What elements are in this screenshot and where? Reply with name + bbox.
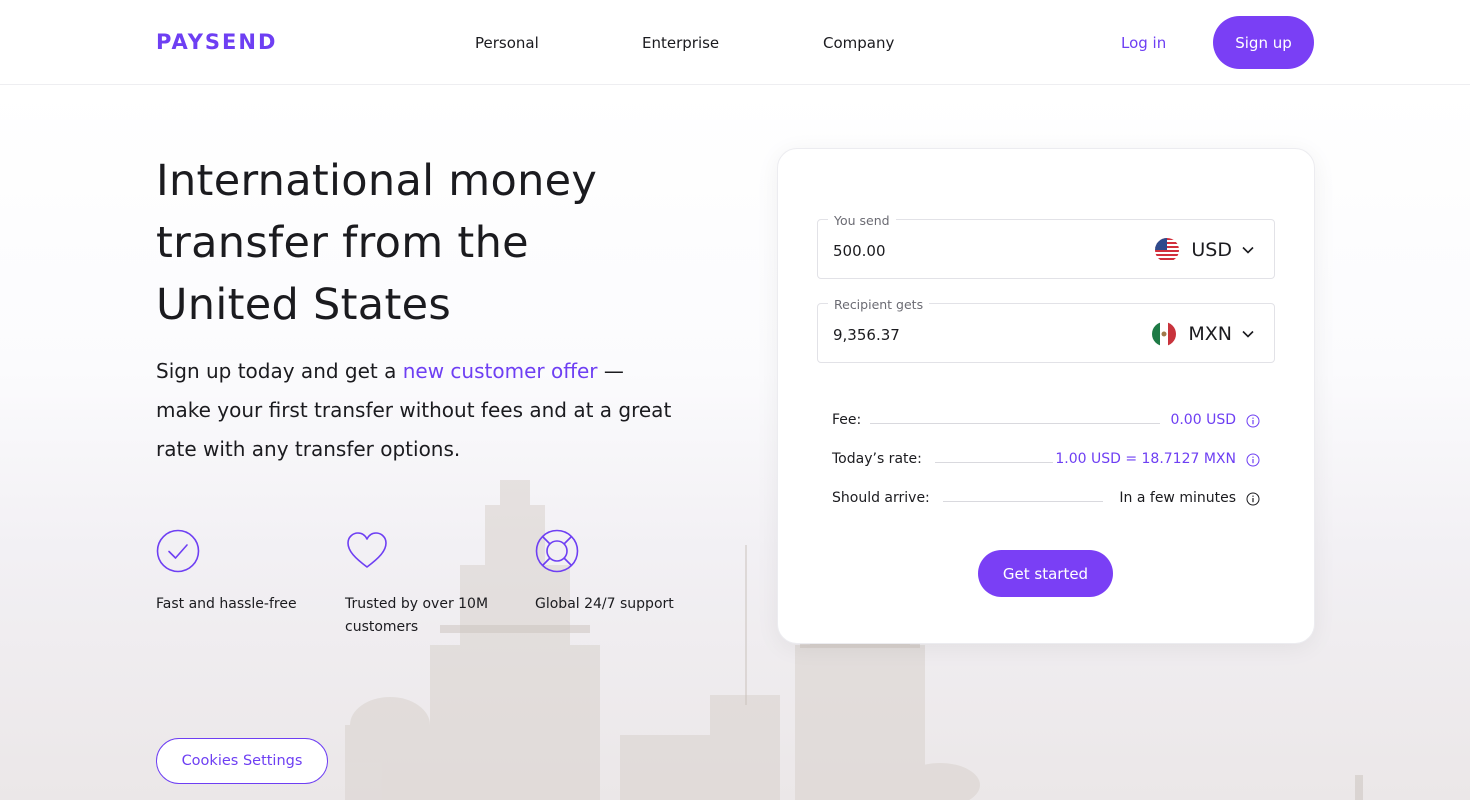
fee-row: Fee: 0.00 USD	[832, 412, 1260, 432]
info-icon[interactable]	[1246, 453, 1260, 467]
rate-label: Today’s rate:	[832, 451, 922, 467]
info-icon[interactable]	[1246, 492, 1260, 506]
receive-amount-input[interactable]	[833, 326, 1093, 344]
send-label: You send	[828, 213, 896, 228]
info-icon[interactable]	[1246, 414, 1260, 428]
login-link[interactable]: Log in	[1121, 34, 1166, 52]
cookies-settings-button[interactable]: Cookies Settings	[156, 738, 328, 784]
nav-enterprise[interactable]: Enterprise	[642, 34, 719, 52]
arrival-label: Should arrive:	[832, 490, 930, 506]
dotted-divider	[870, 423, 1160, 424]
rate-row: Today’s rate: 1.00 USD = 18.7127 MXN	[832, 451, 1260, 471]
feature-fast: Fast and hassle-free	[156, 529, 326, 616]
feature-trusted: Trusted by over 10M customers	[345, 529, 515, 639]
heart-icon	[347, 532, 387, 568]
chevron-down-icon	[1242, 330, 1254, 338]
get-started-button[interactable]: Get started	[978, 550, 1113, 597]
send-amount-input[interactable]	[833, 242, 1093, 260]
us-flag-icon	[1155, 238, 1180, 262]
feature-support: Global 24/7 support	[535, 529, 705, 616]
transfer-calculator-card: You send USD Recipient gets	[777, 148, 1315, 644]
nav-company[interactable]: Company	[823, 34, 894, 52]
lifebuoy-icon	[535, 529, 579, 573]
feature-label: Fast and hassle-free	[156, 596, 297, 612]
receive-label: Recipient gets	[828, 297, 930, 312]
subtitle-text-start: Sign up today and get a	[156, 359, 403, 383]
paysend-logo[interactable]: PAYSEND	[156, 30, 277, 54]
dotted-divider	[935, 462, 1053, 463]
dotted-divider	[943, 501, 1103, 502]
receive-currency-select[interactable]: MXN	[1152, 321, 1254, 347]
send-currency-select[interactable]: USD	[1155, 237, 1254, 263]
arrival-value: In a few minutes	[1119, 490, 1236, 506]
send-amount-field: You send USD	[817, 213, 1275, 279]
check-circle-icon	[156, 529, 200, 573]
feature-label: Trusted by over 10M customers	[345, 596, 489, 635]
mexico-flag-icon	[1152, 322, 1177, 346]
send-currency-code: USD	[1191, 239, 1232, 261]
chevron-down-icon	[1242, 246, 1254, 254]
receive-amount-field: Recipient gets MXN	[817, 297, 1275, 363]
feature-label: Global 24/7 support	[535, 596, 674, 612]
arrival-row: Should arrive: In a few minutes	[832, 490, 1260, 510]
top-navbar: PAYSEND Personal Enterprise Company Log …	[0, 0, 1470, 85]
new-customer-offer-link[interactable]: new customer offer	[403, 359, 598, 383]
signup-button[interactable]: Sign up	[1213, 16, 1314, 69]
hero-subtitle: Sign up today and get a new customer off…	[156, 352, 676, 469]
fee-label: Fee:	[832, 412, 862, 428]
hero-title: International money transfer from the Un…	[156, 156, 598, 330]
rate-value: 1.00 USD = 18.7127 MXN	[1055, 451, 1236, 467]
fee-value: 0.00 USD	[1170, 412, 1236, 428]
receive-currency-code: MXN	[1188, 323, 1232, 345]
nav-personal[interactable]: Personal	[475, 34, 539, 52]
